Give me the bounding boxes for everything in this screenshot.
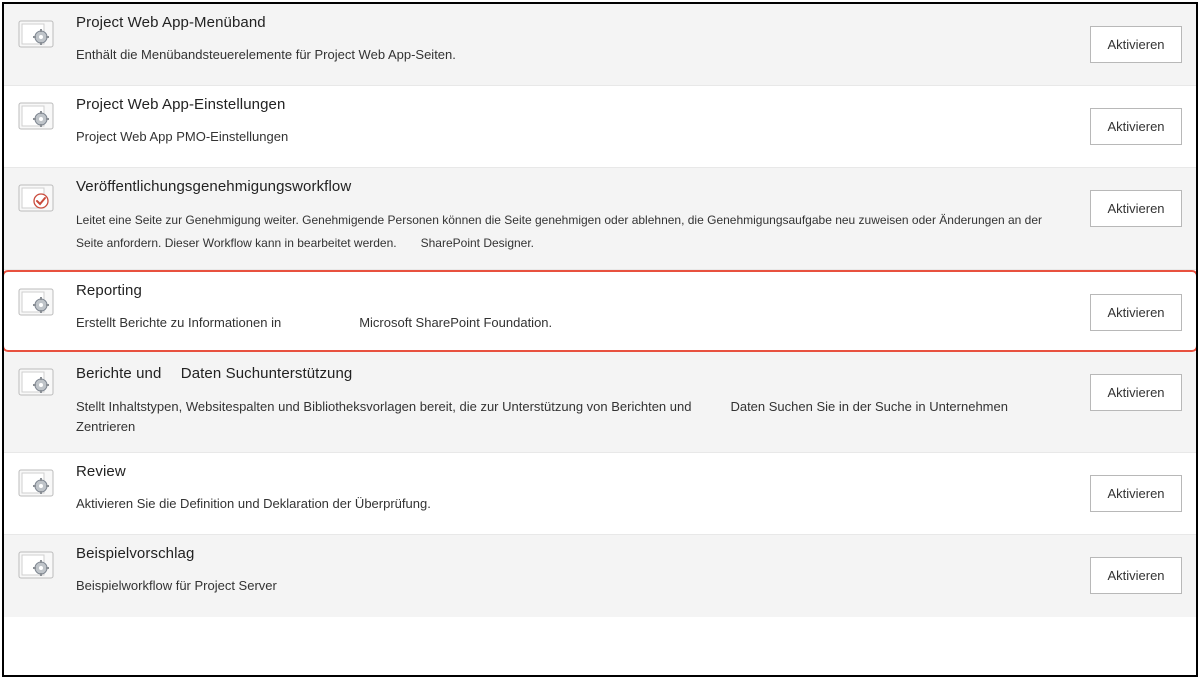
feature-row: Veröffentlichungsgenehmigungsworkflow Le… [4,168,1196,270]
feature-icon-cell [18,282,76,316]
activate-button[interactable]: Aktivieren [1090,374,1182,411]
feature-icon-cell [18,178,76,212]
feature-description: Beispielworkflow für Project Server [76,576,1062,597]
feature-title: Berichte und Daten Suchunterstützung [76,362,1062,383]
gear-document-icon [18,102,54,130]
feature-content: Berichte und Daten Suchunterstützung Ste… [76,362,1074,439]
activate-button[interactable]: Aktivieren [1090,108,1182,145]
feature-content: Veröffentlichungsgenehmigungsworkflow Le… [76,178,1074,255]
feature-description: Leitet eine Seite zur Genehmigung weiter… [76,209,1062,255]
feature-action-cell: Aktivieren [1074,362,1182,411]
feature-title: Reporting [76,282,1062,299]
feature-action-cell: Aktivieren [1074,463,1182,512]
feature-content: Review Aktivieren Sie die Definition und… [76,463,1074,515]
feature-title: Veröffentlichungsgenehmigungsworkflow [76,178,1062,195]
feature-icon-cell [18,96,76,130]
feature-description: Stellt Inhaltstypen, Websitespalten und … [76,397,1062,439]
workflow-check-icon [18,184,54,212]
activate-button[interactable]: Aktivieren [1090,475,1182,512]
feature-description: Erstellt Berichte zu Informationen in Mi… [76,313,1062,334]
feature-icon-cell [18,545,76,579]
feature-list-panel: Project Web App-Menüband Enthält die Men… [2,2,1198,677]
feature-content: Project Web App-Menüband Enthält die Men… [76,14,1074,66]
activate-button[interactable]: Aktivieren [1090,26,1182,63]
feature-action-cell: Aktivieren [1074,14,1182,63]
feature-action-cell: Aktivieren [1074,545,1182,594]
gear-document-icon [18,551,54,579]
feature-action-cell: Aktivieren [1074,178,1182,227]
feature-icon-cell [18,463,76,497]
feature-description: Aktivieren Sie die Definition und Deklar… [76,494,1062,515]
feature-description: Enthält die Menübandsteuerelemente für P… [76,45,1062,66]
feature-row: Review Aktivieren Sie die Definition und… [4,453,1196,535]
feature-title: Beispielvorschlag [76,545,1062,562]
feature-action-cell: Aktivieren [1074,282,1182,331]
feature-icon-cell [18,14,76,48]
feature-title: Review [76,463,1062,480]
feature-row: Project Web App-Einstellungen Project We… [4,86,1196,168]
feature-action-cell: Aktivieren [1074,96,1182,145]
feature-row: Project Web App-Menüband Enthält die Men… [4,4,1196,86]
feature-title: Project Web App-Menüband [76,14,1062,31]
gear-document-icon [18,368,54,396]
activate-button[interactable]: Aktivieren [1090,557,1182,594]
feature-row-highlighted: Reporting Erstellt Berichte zu Informati… [2,270,1198,352]
gear-document-icon [18,469,54,497]
feature-row: Berichte und Daten Suchunterstützung Ste… [4,352,1196,454]
feature-title: Project Web App-Einstellungen [76,96,1062,113]
feature-content: Reporting Erstellt Berichte zu Informati… [76,282,1074,334]
feature-icon-cell [18,362,76,396]
gear-document-icon [18,288,54,316]
gear-document-icon [18,20,54,48]
feature-description: Project Web App PMO-Einstellungen [76,127,1062,148]
activate-button[interactable]: Aktivieren [1090,294,1182,331]
activate-button[interactable]: Aktivieren [1090,190,1182,227]
feature-content: Project Web App-Einstellungen Project We… [76,96,1074,148]
feature-row: Beispielvorschlag Beispielworkflow für P… [4,535,1196,617]
feature-content: Beispielvorschlag Beispielworkflow für P… [76,545,1074,597]
